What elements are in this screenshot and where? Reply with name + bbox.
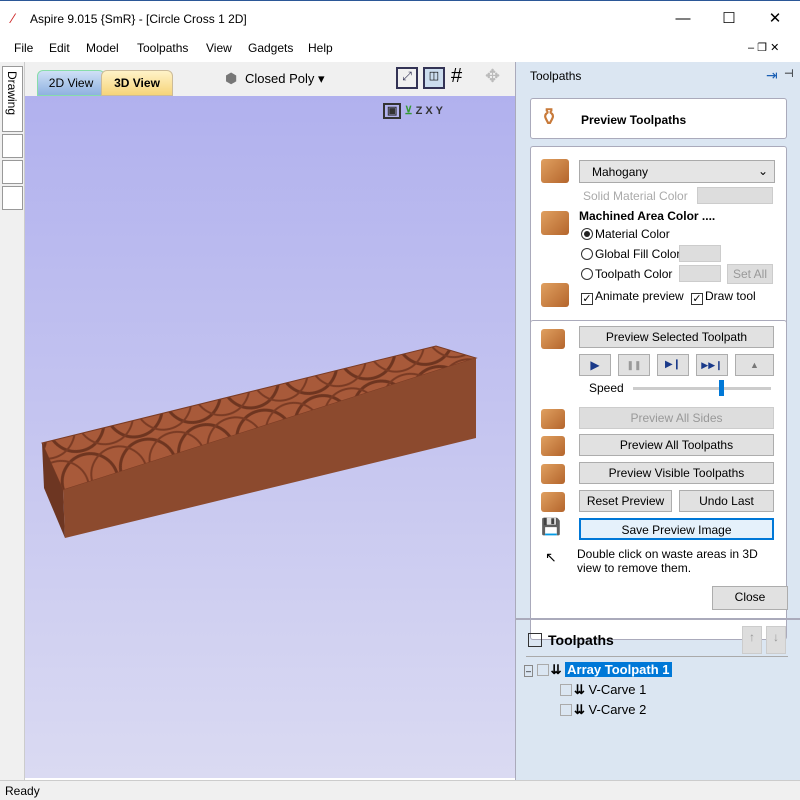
machined-heading: Machined Area Color .... bbox=[579, 209, 716, 223]
layout-icon[interactable]: ◫ bbox=[423, 67, 445, 89]
solid-color-picker[interactable] bbox=[697, 187, 773, 204]
preview-header: ⚱ Preview Toolpaths bbox=[530, 98, 787, 139]
move-up-button[interactable]: ↑ bbox=[742, 626, 762, 654]
animate-preview-checkbox[interactable]: ✓ Animate preview bbox=[581, 289, 684, 305]
toolpaths-panel: Toolpaths ⇥ ⊣ ⚱ Preview Toolpaths Mahoga… bbox=[515, 62, 800, 780]
set-all-button[interactable]: Set All bbox=[727, 264, 773, 284]
divider bbox=[526, 656, 788, 657]
close-panel-button[interactable]: Close bbox=[712, 586, 788, 610]
divider bbox=[516, 618, 800, 620]
zoom-fit-icon[interactable]: ⤢ bbox=[396, 67, 418, 89]
side-tab[interactable] bbox=[2, 186, 23, 210]
minimize-button[interactable]: — bbox=[660, 7, 706, 31]
preview-toolpaths-icon: ⚱ bbox=[539, 104, 560, 131]
side-tab[interactable] bbox=[2, 160, 23, 184]
reset-icon bbox=[541, 492, 565, 512]
preview-all-icon bbox=[541, 436, 565, 456]
tab-3d-view[interactable]: 3D View bbox=[101, 70, 173, 96]
speed-label: Speed bbox=[589, 381, 624, 395]
undo-last-button[interactable]: Undo Last bbox=[679, 490, 774, 512]
menu-file[interactable]: File bbox=[14, 41, 33, 55]
material-dropdown[interactable]: Mahogany ⌄ bbox=[579, 160, 775, 183]
radio-toolpath-color[interactable]: Toolpath Color bbox=[581, 267, 672, 281]
radio-material-color[interactable]: Material Color bbox=[581, 227, 670, 241]
menu-toolpaths[interactable]: Toolpaths bbox=[137, 41, 188, 55]
waste-hint: Double click on waste areas in 3D view t… bbox=[577, 547, 758, 575]
side-tab[interactable] bbox=[2, 134, 23, 158]
close-button[interactable]: ✕ bbox=[752, 7, 798, 31]
menu-edit[interactable]: Edit bbox=[49, 41, 70, 55]
animate-icon bbox=[541, 283, 569, 307]
material-icon bbox=[541, 159, 569, 183]
preview-all-toolpaths-button[interactable]: Preview All Toolpaths bbox=[579, 434, 774, 456]
menu-view[interactable]: View bbox=[206, 41, 232, 55]
window-title: Aspire 9.015 {SmR} - [Circle Cross 1 2D] bbox=[30, 12, 247, 26]
status-text: Ready bbox=[5, 784, 40, 798]
solid-material-color-label: Solid Material Color bbox=[583, 189, 688, 203]
pause-button[interactable]: ❚❚ bbox=[618, 354, 650, 376]
status-bar: Ready bbox=[0, 780, 800, 800]
title-bar: ⁄ Aspire 9.015 {SmR} - [Circle Cross 1 2… bbox=[0, 0, 800, 36]
preview-selected-icon bbox=[541, 329, 565, 349]
move-down-button[interactable]: ↓ bbox=[766, 626, 786, 654]
shape-icon: ⬢ bbox=[225, 70, 238, 86]
eject-button[interactable]: ▲ bbox=[735, 354, 774, 376]
preview-visible-icon bbox=[541, 464, 565, 484]
preview-visible-toolpaths-button[interactable]: Preview Visible Toolpaths bbox=[579, 462, 774, 484]
select-all-checkbox[interactable] bbox=[528, 633, 542, 647]
menu-bar: File Edit Model Toolpaths View Gadgets H… bbox=[0, 36, 800, 60]
menu-gadgets[interactable]: Gadgets bbox=[248, 41, 293, 55]
tree-item-array-toolpath-1[interactable]: – ⇊ Array Toolpath 1 bbox=[524, 662, 672, 678]
tab-2d-view[interactable]: 2D View bbox=[37, 70, 105, 96]
toolpaths-list-header: Toolpaths bbox=[528, 632, 614, 648]
save-icon: 💾 bbox=[541, 519, 561, 536]
toolpath-color-picker[interactable] bbox=[679, 265, 721, 282]
side-tabs: Drawing bbox=[0, 62, 25, 780]
preview-all-sides-button[interactable]: Preview All Sides bbox=[579, 407, 774, 429]
maximize-button[interactable]: ☐ bbox=[706, 7, 752, 31]
grid-icon[interactable]: # bbox=[451, 65, 462, 88]
skip-to-end-button[interactable]: ▶▶❙ bbox=[696, 354, 728, 376]
speed-slider-thumb[interactable] bbox=[719, 380, 725, 396]
view-toolbar: 2D View 3D View ⬢ Closed Poly ▾ ⤢ ◫ # ✥ bbox=[25, 62, 515, 96]
side-tab-drawing[interactable]: Drawing bbox=[2, 66, 23, 132]
step-button[interactable]: ▶❙ bbox=[657, 354, 689, 376]
panel-title: Toolpaths bbox=[530, 69, 582, 83]
pin-icon[interactable]: ⊣ bbox=[784, 67, 794, 80]
global-fill-color-picker[interactable] bbox=[679, 245, 721, 262]
carved-board-model bbox=[41, 345, 478, 538]
preview-all-sides-icon bbox=[541, 409, 565, 429]
machined-area-icon bbox=[541, 211, 569, 235]
save-preview-image-button[interactable]: Save Preview Image bbox=[579, 518, 774, 540]
mdi-controls[interactable]: ‒ ❐ ✕ bbox=[748, 41, 779, 54]
tree-item-v-carve-1[interactable]: ⇊ V-Carve 1 bbox=[560, 682, 646, 698]
menu-model[interactable]: Model bbox=[86, 41, 119, 55]
speed-slider[interactable] bbox=[633, 380, 771, 396]
cursor-icon: ↖ bbox=[545, 549, 557, 565]
preview-selected-toolpath-button[interactable]: Preview Selected Toolpath bbox=[579, 326, 774, 348]
radio-global-fill-color[interactable]: Global Fill Color bbox=[581, 247, 680, 261]
dock-icon[interactable]: ⇥ bbox=[766, 67, 778, 84]
tree-item-v-carve-2[interactable]: ⇊ V-Carve 2 bbox=[560, 702, 646, 718]
reset-preview-button[interactable]: Reset Preview bbox=[579, 490, 672, 512]
play-button[interactable]: ▶ bbox=[579, 354, 611, 376]
app-logo-icon: ⁄ bbox=[12, 10, 15, 26]
3d-viewport[interactable]: ▣ ⊻ Z X Y bbox=[25, 96, 515, 778]
draw-mode-dropdown[interactable]: Closed Poly ▾ bbox=[245, 71, 325, 87]
move-icon[interactable]: ✥ bbox=[485, 66, 500, 87]
menu-help[interactable]: Help bbox=[308, 41, 333, 55]
draw-tool-checkbox[interactable]: ✓ Draw tool bbox=[691, 289, 756, 305]
